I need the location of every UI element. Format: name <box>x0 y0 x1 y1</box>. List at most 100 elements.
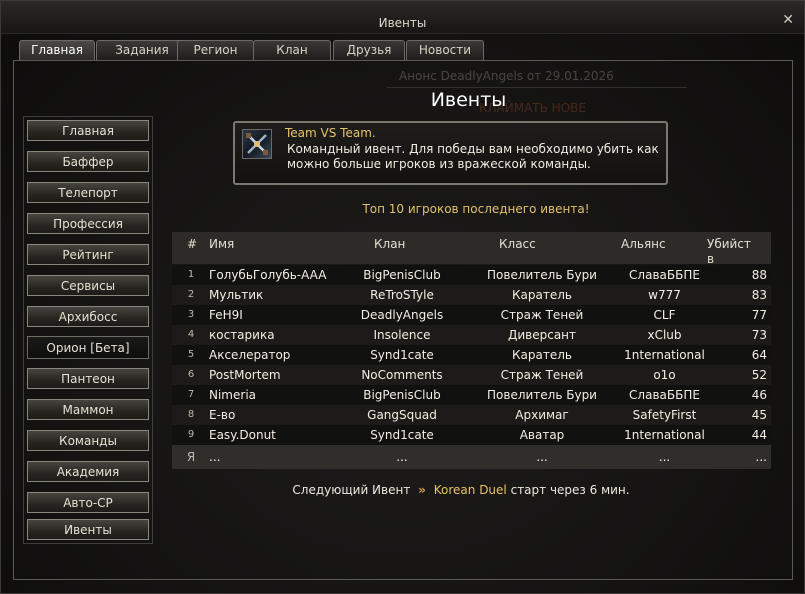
row-class: Диверсант <box>507 328 577 342</box>
row-ally: ... <box>658 450 671 464</box>
sidebar-item-teams[interactable]: Команды <box>27 430 149 451</box>
close-icon[interactable]: ✕ <box>782 12 794 28</box>
row-clan: BigPenisClub <box>363 268 441 282</box>
table-row: 8 E-во GangSquad Архимаг SafetyFirst 45 <box>172 405 771 425</box>
sidebar-item-main[interactable]: Главная <box>27 120 149 141</box>
row-class: Аватар <box>519 428 565 442</box>
row-name: E-во <box>209 408 236 422</box>
double-chevron-icon: » <box>418 483 426 497</box>
row-num: 3 <box>187 309 195 320</box>
sidebar-item-academy[interactable]: Академия <box>27 461 149 482</box>
row-ally: 1nternational <box>624 428 705 442</box>
row-name: FeH9I <box>209 308 243 322</box>
row-clan: GangSquad <box>367 408 437 422</box>
table-row: 2 Мультик ReTroSTyle Каратель w777 83 <box>172 285 771 305</box>
event-info-card: Team VS Team. Командный ивент. Для побед… <box>233 121 668 185</box>
sidebar-item-buffer[interactable]: Баффер <box>27 151 149 172</box>
row-clan: NoComments <box>361 368 443 382</box>
row-num: 1 <box>187 269 195 280</box>
table-row-self: Я ... ... ... ... ... <box>172 445 771 469</box>
row-name: Nimeria <box>209 388 257 402</box>
row-class: Каратель <box>512 348 572 362</box>
sidebar-item-events[interactable]: Ивенты <box>27 519 149 540</box>
row-num: 6 <box>187 369 195 380</box>
row-num: 4 <box>187 329 195 340</box>
row-class: Повелитель Бури <box>487 388 597 402</box>
row-kills: 46 <box>751 388 767 402</box>
sidebar-menu: Главная Баффер Телепорт Профессия Рейтин… <box>23 116 153 544</box>
row-num: 5 <box>187 349 195 360</box>
row-name: ... <box>209 450 221 464</box>
row-clan: ReTroSTyle <box>370 288 434 302</box>
row-kills: 64 <box>751 348 767 362</box>
tab-news[interactable]: Новости <box>406 40 484 60</box>
row-ally: o1o <box>653 368 676 382</box>
row-kills: 88 <box>751 268 767 282</box>
events-window: Ивенты ✕ Главная Задания Регион Клан Дру… <box>0 0 805 594</box>
sidebar-item-profession[interactable]: Профессия <box>27 213 149 234</box>
title-bar[interactable]: Ивенты ✕ <box>1 1 804 34</box>
row-class: Повелитель Бури <box>487 268 597 282</box>
sidebar-item-auto-cp[interactable]: Авто-СР <box>27 492 149 513</box>
page-title: Ивенты <box>430 89 507 111</box>
row-kills: 77 <box>751 308 767 322</box>
event-name: Team VS Team. <box>285 126 376 140</box>
row-clan: BigPenisClub <box>363 388 441 402</box>
sidebar-item-archboss[interactable]: Архибосс <box>27 306 149 327</box>
row-num: 7 <box>187 389 195 400</box>
row-ally: СлаваББПЕ <box>629 268 700 282</box>
table-row: 5 Акселератор Synd1cate Каратель 1nterna… <box>172 345 771 365</box>
table-row: 6 PostMortem NoComments Страж Теней o1o … <box>172 365 771 385</box>
row-class: Каратель <box>512 288 572 302</box>
row-clan: Insolence <box>373 328 431 342</box>
row-ally: CLF <box>653 308 676 322</box>
tab-clan[interactable]: Клан <box>253 40 331 60</box>
sidebar-item-rating[interactable]: Рейтинг <box>27 244 149 265</box>
row-ally: xClub <box>647 328 682 342</box>
tab-main[interactable]: Главная <box>19 40 95 61</box>
row-kills: ... <box>755 450 767 464</box>
row-class: Архимаг <box>515 408 569 422</box>
row-kills: 83 <box>751 288 767 302</box>
row-clan: DeadlyAngels <box>360 308 444 322</box>
tab-region[interactable]: Регион <box>177 40 254 60</box>
row-class: Страж Теней <box>500 308 584 322</box>
row-clan: ... <box>396 450 408 464</box>
table-row: 4 костарика Insolence Диверсант xClub 73 <box>172 325 771 345</box>
divider <box>387 87 687 88</box>
row-kills: 52 <box>751 368 767 382</box>
row-class: ... <box>536 450 548 464</box>
table-row: 7 Nimeria BigPenisClub Повелитель Бури С… <box>172 385 771 405</box>
row-ally: SafetyFirst <box>632 408 697 422</box>
top-players-caption: Топ 10 игроков последнего ивента! <box>362 202 590 216</box>
sidebar-item-orion[interactable]: Орион [Бета] <box>27 336 149 359</box>
row-kills: 45 <box>751 408 767 422</box>
row-name: PostMortem <box>209 368 281 382</box>
sidebar-item-services[interactable]: Сервисы <box>27 275 149 296</box>
row-clan: Synd1cate <box>370 348 434 362</box>
row-kills: 73 <box>751 328 767 342</box>
next-event-prefix: Следующий Ивент <box>292 483 411 497</box>
sidebar-item-pantheon[interactable]: Пантеон <box>27 368 149 389</box>
row-num: 9 <box>187 429 195 440</box>
crossed-swords-icon <box>242 129 272 159</box>
next-event-name: Korean Duel <box>433 483 507 497</box>
tab-friends[interactable]: Друзья <box>333 40 405 60</box>
row-num: 2 <box>187 289 195 300</box>
row-ally: w777 <box>648 288 681 302</box>
row-name: костарика <box>209 328 275 342</box>
tab-quests[interactable]: Задания <box>96 40 188 60</box>
table-row: 3 FeH9I DeadlyAngels Страж Теней CLF 77 <box>172 305 771 325</box>
row-ally: СлаваББПЕ <box>629 388 700 402</box>
table-row: 9 Easy.Donut Synd1cate Аватар 1nternatio… <box>172 425 771 445</box>
next-event-suffix: старт через 6 мин. <box>510 483 630 497</box>
sidebar-item-mammon[interactable]: Маммон <box>27 399 149 420</box>
background-announce-title: Анонс DeadlyAngels от 29.01.2026 <box>399 69 614 83</box>
table-header: # Имя Клан Класс Альянс Убийств <box>172 232 771 266</box>
row-class: Страж Теней <box>500 368 584 382</box>
row-ally: 1nternational <box>624 348 705 362</box>
row-num: 8 <box>187 409 195 420</box>
sidebar-item-teleport[interactable]: Телепорт <box>27 182 149 203</box>
row-kills: 44 <box>751 428 767 442</box>
row-num: Я <box>186 450 196 464</box>
